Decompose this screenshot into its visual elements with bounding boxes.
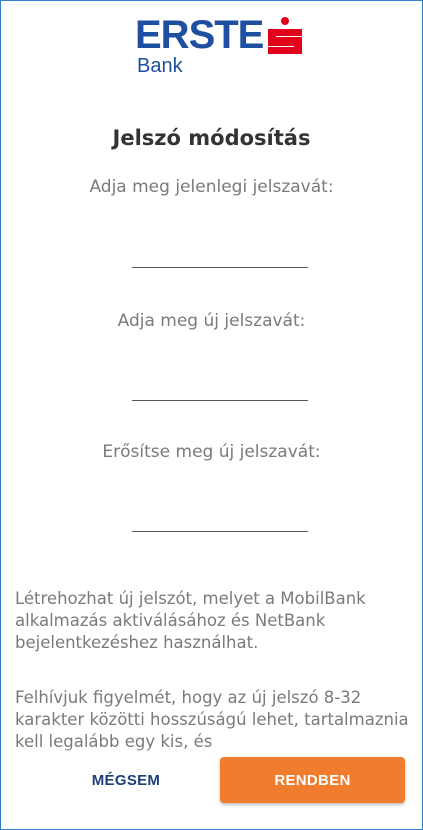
confirm-password-input[interactable] (132, 503, 308, 532)
erste-bank-logo: ERSTE Bank (135, 15, 315, 95)
page-title: Jelszó módosítás (112, 126, 311, 150)
new-password-input[interactable] (132, 372, 308, 401)
current-password-input[interactable] (132, 239, 308, 268)
new-password-label: Adja meg új jelszavát: (117, 311, 306, 331)
password-change-dialog: ERSTE Bank Jelszó módosítás Adja meg jel… (0, 0, 423, 830)
cancel-button[interactable]: MÉGSEM (61, 757, 191, 803)
logo-subtitle: Bank (137, 55, 183, 77)
info-paragraph-rules: Felhívjuk figyelmét, hogy az új jelszó 8… (15, 688, 409, 751)
ok-button[interactable]: RENDBEN (220, 757, 405, 803)
current-password-label: Adja meg jelenlegi jelszavát: (89, 177, 334, 197)
logo-wordmark: ERSTE (135, 13, 264, 57)
info-paragraph-usage: Létrehozhat új jelszót, melyet a MobilBa… (15, 589, 366, 652)
confirm-password-label: Erősítse meg új jelszavát: (102, 442, 321, 462)
erste-s-mark-icon (268, 17, 302, 54)
